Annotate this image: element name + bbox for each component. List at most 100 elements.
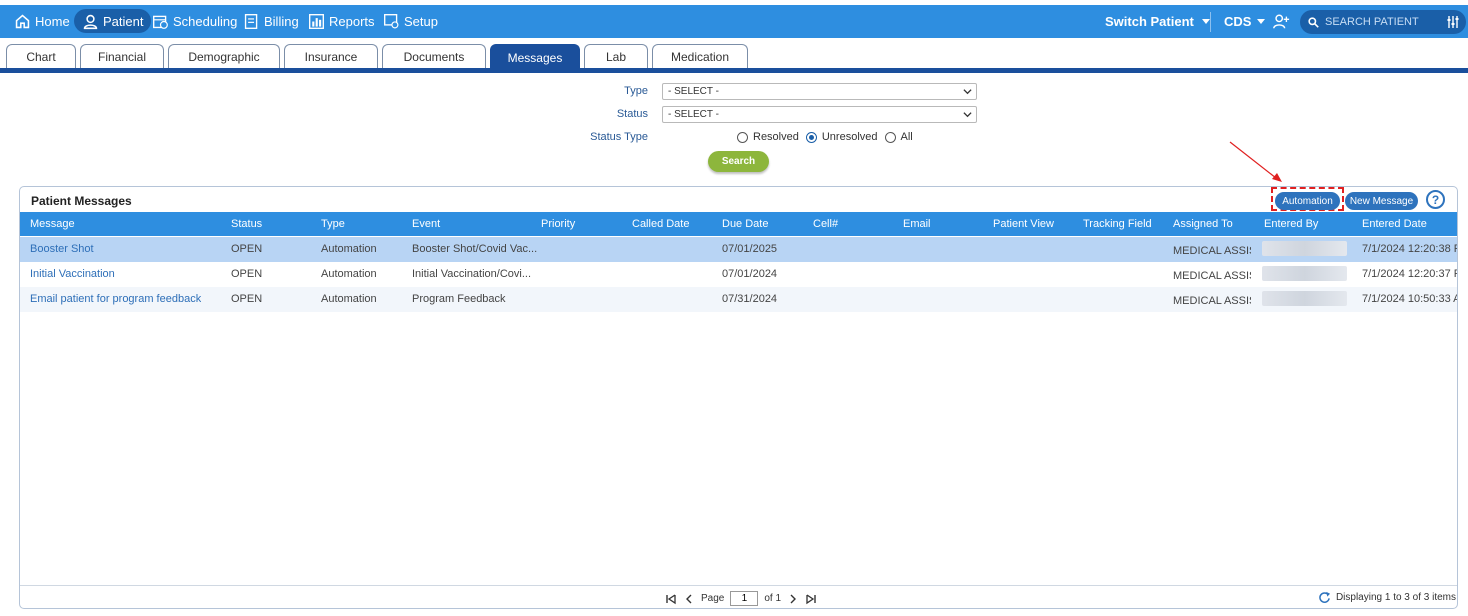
top-navigation-bar: Home Patient Scheduling Billing Reports …: [0, 5, 1468, 38]
due-date-cell: 07/01/2025: [722, 243, 778, 255]
page-of-label: of 1: [764, 593, 782, 604]
tab-medication[interactable]: Medication: [652, 44, 748, 69]
col-assigned-to[interactable]: Assigned To: [1173, 212, 1233, 236]
event-cell: Program Feedback: [412, 293, 506, 305]
switch-patient-dropdown[interactable]: Switch Patient: [1105, 5, 1210, 38]
grid-header: Message Status Type Event Priority Calle…: [20, 212, 1457, 236]
page-number-input[interactable]: [730, 591, 759, 606]
tab-insurance[interactable]: Insurance: [284, 44, 378, 69]
nav-reports-label: Reports: [329, 14, 375, 29]
radio-all[interactable]: [884, 131, 896, 143]
assigned-cell: MEDICAL ASSIST.: [1173, 245, 1251, 257]
radio-resolved-label: Resolved: [753, 131, 799, 143]
nav-reports[interactable]: Reports: [308, 5, 375, 38]
tab-demographic[interactable]: Demographic: [168, 44, 280, 69]
search-icon: [1308, 16, 1319, 28]
status-cell: OPEN: [231, 293, 263, 305]
col-due-date[interactable]: Due Date: [722, 212, 768, 236]
new-message-button[interactable]: New Message: [1345, 192, 1418, 210]
search-patient-input[interactable]: [1325, 16, 1443, 28]
cds-dropdown[interactable]: CDS: [1224, 5, 1266, 38]
chevron-down-icon: [1257, 19, 1266, 24]
nav-setup[interactable]: Setup: [383, 5, 438, 38]
type-cell: Automation: [321, 268, 377, 280]
col-tracking-field[interactable]: Tracking Field: [1083, 212, 1152, 236]
table-row[interactable]: Booster Shot OPEN Automation Booster Sho…: [20, 237, 1458, 262]
entered-date-cell: 7/1/2024 10:50:33 A.: [1362, 293, 1458, 305]
calendar-icon: [153, 15, 168, 29]
help-icon[interactable]: ?: [1426, 190, 1445, 209]
redacted-entered-by: [1262, 266, 1347, 281]
col-patient-view[interactable]: Patient View: [993, 212, 1054, 236]
tab-lab[interactable]: Lab: [584, 44, 648, 69]
panel-title: Patient Messages: [31, 194, 132, 208]
col-called-date[interactable]: Called Date: [632, 212, 689, 236]
prev-page-icon[interactable]: [683, 593, 695, 605]
refresh-icon[interactable]: [1318, 591, 1331, 604]
nav-scheduling-label: Scheduling: [173, 14, 238, 29]
col-cell[interactable]: Cell#: [813, 212, 838, 236]
search-button[interactable]: Search: [708, 151, 769, 172]
billing-icon: [244, 14, 258, 29]
due-date-cell: 07/01/2024: [722, 268, 778, 280]
home-icon: [15, 14, 30, 29]
tab-documents[interactable]: Documents: [382, 44, 486, 69]
message-link[interactable]: Initial Vaccination: [30, 262, 115, 287]
status-type-radio-group: Resolved Unresolved All: [737, 131, 913, 143]
chevron-down-icon: [963, 112, 972, 118]
chevron-down-icon: [1201, 19, 1210, 24]
next-page-icon[interactable]: [787, 593, 799, 605]
setup-icon: [384, 14, 399, 29]
nav-billing[interactable]: Billing: [243, 5, 299, 38]
entered-date-cell: 7/1/2024 12:20:37 PM: [1362, 268, 1457, 280]
annotation-arrow: [1229, 141, 1282, 182]
nav-patient-label: Patient: [103, 13, 144, 29]
last-page-icon[interactable]: [805, 593, 817, 605]
tab-underline: [0, 68, 1468, 73]
col-event[interactable]: Event: [412, 212, 440, 236]
first-page-icon[interactable]: [665, 593, 677, 605]
col-entered-date[interactable]: Entered Date: [1362, 212, 1427, 236]
type-select[interactable]: - SELECT -: [662, 83, 977, 100]
assigned-cell: MEDICAL ASSIST.: [1173, 270, 1251, 282]
col-status[interactable]: Status: [231, 212, 262, 236]
table-row[interactable]: Initial Vaccination OPEN Automation Init…: [20, 262, 1457, 287]
type-select-value: - SELECT -: [668, 86, 719, 97]
col-type[interactable]: Type: [321, 212, 345, 236]
tab-financial[interactable]: Financial: [80, 44, 164, 69]
status-label: Status: [616, 108, 648, 120]
col-email[interactable]: Email: [903, 212, 931, 236]
radio-resolved[interactable]: [737, 131, 748, 143]
redacted-entered-by: [1262, 291, 1347, 306]
nav-setup-label: Setup: [404, 14, 438, 29]
message-link[interactable]: Email patient for program feedback: [30, 287, 201, 312]
nav-scheduling[interactable]: Scheduling: [152, 5, 237, 38]
radio-all-label: All: [900, 131, 913, 143]
patient-tabs: Chart Financial Demographic Insurance Do…: [0, 44, 1468, 75]
entered-date-cell: 7/1/2024 12:20:38 P.: [1362, 243, 1458, 255]
display-info: Displaying 1 to 3 of 3 items: [1318, 591, 1456, 604]
tab-chart[interactable]: Chart: [6, 44, 76, 69]
event-cell: Booster Shot/Covid Vac...: [412, 243, 537, 255]
status-cell: OPEN: [231, 243, 263, 255]
status-type-label: Status Type: [590, 131, 648, 143]
radio-unresolved[interactable]: [805, 131, 817, 143]
message-link[interactable]: Booster Shot: [30, 237, 94, 262]
nav-home[interactable]: Home: [14, 5, 70, 38]
col-entered-by[interactable]: Entered By: [1264, 212, 1318, 236]
filter-settings-icon[interactable]: [1446, 15, 1460, 29]
status-cell: OPEN: [231, 268, 263, 280]
table-row[interactable]: Email patient for program feedback OPEN …: [20, 287, 1458, 312]
add-user-icon[interactable]: [1272, 13, 1290, 31]
status-select-value: - SELECT -: [668, 109, 719, 120]
type-label: Type: [624, 85, 648, 97]
status-select[interactable]: - SELECT -: [662, 106, 977, 123]
tab-messages[interactable]: Messages: [490, 44, 580, 70]
cds-label: CDS: [1224, 14, 1252, 29]
type-cell: Automation: [321, 243, 377, 255]
nav-patient[interactable]: Patient: [74, 9, 152, 33]
chart-icon: [309, 14, 324, 29]
col-priority[interactable]: Priority: [541, 212, 575, 236]
col-message[interactable]: Message: [30, 212, 75, 236]
automation-button[interactable]: Automation: [1275, 192, 1340, 210]
